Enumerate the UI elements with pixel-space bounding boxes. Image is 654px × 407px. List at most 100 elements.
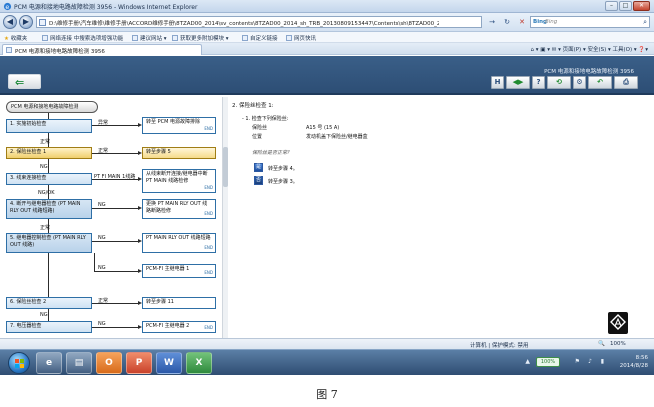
flow-step-5[interactable]: 5. 继电器控制检查 (PT MAIN RLY OUT 线路) xyxy=(6,233,92,253)
windows-logo-icon xyxy=(15,359,24,368)
excel-taskbar-icon[interactable]: X xyxy=(186,352,212,374)
flow-result-7[interactable]: 转至步骤 11 xyxy=(142,297,216,309)
no-icon[interactable]: 否 xyxy=(254,176,263,185)
flow-connector xyxy=(94,253,95,271)
favorite-link-4[interactable]: 自定义链接 xyxy=(242,34,278,42)
zoom-icon[interactable]: 🔍 xyxy=(598,341,605,347)
ie-taskbar-icon[interactable]: e xyxy=(36,352,62,374)
page-icon xyxy=(242,35,248,41)
powerpoint-taskbar-icon[interactable]: P xyxy=(126,352,152,374)
star-icon: ★ xyxy=(4,36,9,42)
result-label: 从线束断开连接/继电器中断 PT MAIN 线路检修 xyxy=(146,171,208,184)
favorites-bar: ★ 收藏夹 网络连接 中搜索选项增强功能 建议网站 ▾ 获取更多附加模块 ▾ 自… xyxy=(0,32,654,43)
favorite-link-label: 网络连接 中搜索选项增强功能 xyxy=(50,36,124,42)
flow-step-3[interactable]: 3. 线束连接检查 xyxy=(6,173,92,185)
favorite-link-2[interactable]: 建议网站 ▾ xyxy=(132,34,167,42)
office-taskbar-icon[interactable]: O xyxy=(96,352,122,374)
back-button-large[interactable]: ⇐ xyxy=(8,74,41,89)
internet-explorer-icon: e xyxy=(3,2,12,11)
back-button[interactable]: ◀ xyxy=(3,15,17,29)
flowchart-scrollbar[interactable] xyxy=(222,97,228,338)
power-icon[interactable]: ▮ xyxy=(601,358,604,365)
minimize-button[interactable]: – xyxy=(605,1,618,11)
flow-result-8[interactable]: PCM-FI 主继电器 2 END xyxy=(142,321,216,333)
forward-button[interactable]: ▶ xyxy=(19,15,33,29)
refresh-icon[interactable]: ⟲ xyxy=(547,76,571,89)
settings-icon[interactable]: ⚙ xyxy=(573,76,586,89)
flow-start[interactable]: PCM 电源和接地电路故障检测 xyxy=(6,101,98,113)
command-bar[interactable]: ⌂ ▾ ▣ ▾ ✉ ▾ 页面(P) ▾ 安全(S) ▾ 工具(O) ▾ ❓▾ xyxy=(531,45,648,53)
yes-link[interactable]: 转至步骤 4。 xyxy=(268,165,298,172)
refresh-icon[interactable]: ↻ xyxy=(501,16,513,28)
search-icon[interactable]: ⌕ xyxy=(643,18,647,27)
flow-result-2[interactable]: 转至步骤 5 xyxy=(142,147,216,159)
step-number: 7. xyxy=(10,323,15,329)
flag-icon[interactable]: ⚑ xyxy=(575,358,580,365)
page-icon xyxy=(132,35,138,41)
edge-label: NG xyxy=(40,312,48,318)
flow-step-4[interactable]: 4. 断开与继电器检查 (PT MAIN RLY OUT 线路短路) xyxy=(6,199,92,219)
window-title: PCM 电源和接地电路故障检测 3956 - Windows Internet … xyxy=(14,4,198,11)
stop-icon[interactable]: ✕ xyxy=(516,16,528,28)
tab-pcm[interactable]: PCM 电源和接地电路故障检测 3956 xyxy=(2,44,202,55)
home-icon[interactable]: H xyxy=(491,76,504,89)
clock[interactable]: 8:56 2014/8/28 xyxy=(620,354,648,370)
flow-step-7[interactable]: 7. 电压器检查 xyxy=(6,321,92,333)
start-button[interactable] xyxy=(8,352,30,374)
svg-text:e: e xyxy=(5,4,9,11)
navigate-icon[interactable]: ◀▶ xyxy=(506,76,530,89)
undo-icon[interactable]: ↶ xyxy=(588,76,612,89)
page-icon xyxy=(39,19,46,26)
brand-logo-icon xyxy=(608,312,628,334)
search-placeholder[interactable]: Bing xyxy=(545,19,557,25)
flow-result-1[interactable]: 转至 PCM 电源故障排除 END xyxy=(142,117,216,134)
go-icon[interactable]: → xyxy=(486,16,498,28)
flow-result-6[interactable]: PCM-FI 主继电器 1 END xyxy=(142,264,216,278)
flow-connector xyxy=(48,309,49,321)
fuse-value: A15 号 (15 A) xyxy=(306,125,340,131)
favorite-link-5[interactable]: 网页快讯 xyxy=(286,34,316,42)
end-tag: END xyxy=(204,184,213,190)
troubleshooting-flowchart: PCM 电源和接地电路故障检测 1. 实施初始检查 异常 转至 PCM 电源故障… xyxy=(6,97,220,338)
flow-step-6[interactable]: 6. 保险丝检查 2 xyxy=(6,297,92,309)
step-label: 断开与继电器检查 (PT MAIN RLY OUT 线路短路) xyxy=(10,201,81,214)
flow-result-5[interactable]: PT MAIN RLY OUT 线路短路 END xyxy=(142,233,216,253)
search-box[interactable]: Bing Bing ⌕ xyxy=(530,16,650,28)
step-number: 6. xyxy=(10,299,15,305)
result-label: 转至步骤 5 xyxy=(146,149,171,155)
volume-icon[interactable]: ♪ xyxy=(588,358,592,365)
print-icon[interactable]: ⎙ xyxy=(614,76,638,89)
edge-label: 异常 xyxy=(98,120,109,126)
favorite-link-label: 自定义链接 xyxy=(250,36,278,42)
favorites-button[interactable]: ★ 收藏夹 xyxy=(4,34,27,42)
scrollbar-thumb[interactable] xyxy=(223,147,228,187)
step-number: 4. xyxy=(10,201,15,207)
step-label: 保险丝检查 2 xyxy=(16,299,47,305)
favorite-link-3[interactable]: 获取更多附加模块 ▾ xyxy=(172,34,229,42)
help-icon[interactable]: ? xyxy=(532,76,545,89)
flow-step-2[interactable]: 2. 保险丝检查 1 xyxy=(6,147,92,159)
network-icon[interactable]: ▲ xyxy=(525,358,530,365)
clock-time: 8:56 xyxy=(635,355,648,361)
position-value: 发动机盖下保险丝/继电器盒 xyxy=(306,134,368,140)
flow-step-1[interactable]: 1. 实施初始检查 xyxy=(6,119,92,133)
close-button[interactable]: ✕ xyxy=(633,1,650,11)
screenshot: e PCM 电源和接地电路故障检测 3956 - Windows Interne… xyxy=(0,0,654,375)
flow-result-4[interactable]: 更换 PT MAIN RLY OUT 线路断路检修 END xyxy=(142,199,216,219)
no-link[interactable]: 转至步骤 3。 xyxy=(268,178,298,185)
address-url[interactable]: D:\维修手册\汽车维修\维修手册\ACCORD维修手册\8TZAD00_201… xyxy=(49,19,439,27)
explorer-taskbar-icon[interactable]: ▤ xyxy=(66,352,92,374)
step-label: 继电器控制检查 (PT MAIN RLY OUT 线路) xyxy=(10,235,86,248)
favorite-link-1[interactable]: 网络连接 中搜索选项增强功能 xyxy=(42,34,123,42)
word-taskbar-icon[interactable]: W xyxy=(156,352,182,374)
flow-connector xyxy=(92,327,138,328)
flow-result-3[interactable]: 从线束断开连接/继电器中断 PT MAIN 线路检修 END xyxy=(142,169,216,193)
maximize-button[interactable]: □ xyxy=(619,1,632,11)
language-indicator[interactable]: 100% xyxy=(536,357,560,367)
yes-icon[interactable]: 是 xyxy=(254,163,263,172)
address-bar[interactable]: D:\维修手册\汽车维修\维修手册\ACCORD维修手册\8TZAD00_201… xyxy=(36,16,482,28)
tab-title: PCM 电源和接地电路故障检测 3956 xyxy=(15,49,105,55)
end-tag: END xyxy=(204,269,213,275)
zoom-level[interactable]: 100% xyxy=(610,341,626,347)
end-tag: END xyxy=(204,210,213,216)
